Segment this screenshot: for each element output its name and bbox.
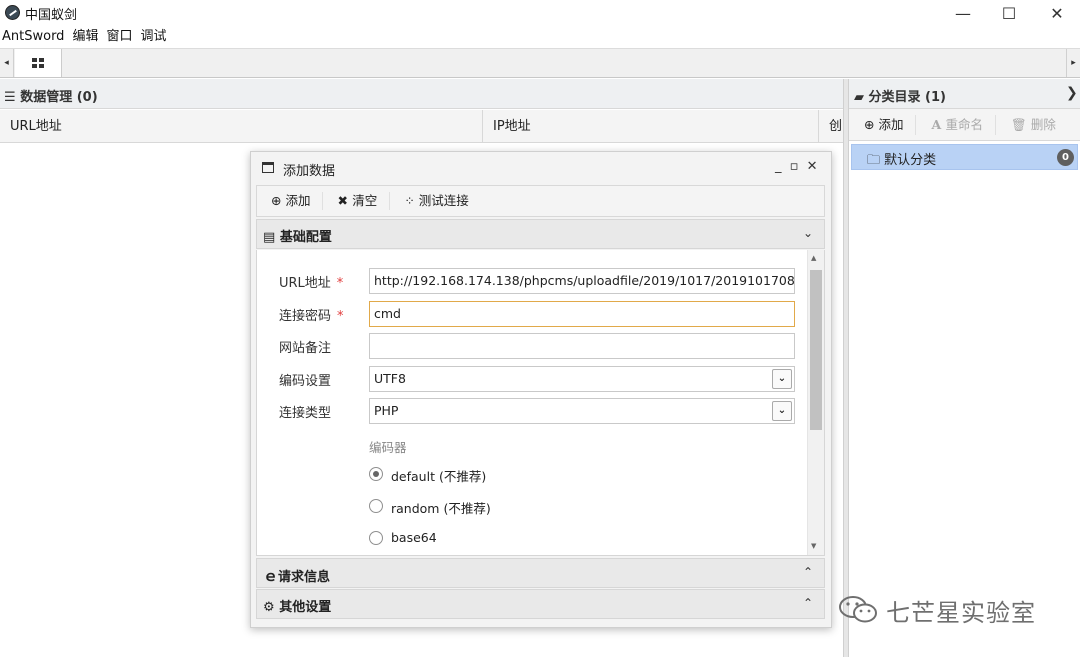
menu-bar: AntSword 编辑 窗口 调试 <box>0 26 1080 48</box>
chevron-up-icon: ⌃ <box>803 565 814 579</box>
basic-config-form: URL地址 * http://192.168.174.138/phpcms/upl… <box>256 250 825 556</box>
font-icon: A <box>931 116 946 132</box>
form-scrollbar[interactable]: ▲ ▼ <box>807 250 824 555</box>
tab-scroll-right-icon[interactable]: ▸ <box>1066 49 1080 77</box>
category-panel: ▰ 分类目录 (1) ❯ ⊕ 添加 A 重命名 🗑 删除 🗀 默认分类 0 <box>849 79 1080 657</box>
list-icon: ☰ <box>4 90 21 105</box>
antsword-logo-icon <box>5 5 20 20</box>
category-item-label: 默认分类 <box>884 153 937 168</box>
column-created[interactable]: 创 <box>819 110 843 143</box>
close-x-icon: ✖ <box>337 193 353 208</box>
category-toolbar: ⊕ 添加 A 重命名 🗑 删除 <box>849 109 1080 141</box>
category-add-button[interactable]: ⊕ 添加 <box>849 114 917 135</box>
note-label: 网站备注 <box>279 341 332 356</box>
window-title: 中国蚁剑 <box>25 8 78 23</box>
spinner-icon: ⁘ <box>404 193 419 208</box>
type-select[interactable]: PHP ⌄ <box>369 398 795 424</box>
category-panel-title: ▰ 分类目录 (1) <box>854 90 946 105</box>
tab-scroll-left-icon[interactable]: ◂ <box>0 49 14 77</box>
data-panel-title: ☰ 数据管理 (0) <box>4 90 98 105</box>
ie-browser-icon: ｅ <box>263 567 279 585</box>
folder-open-icon: 🗀 <box>867 153 885 168</box>
scroll-down-icon[interactable]: ▼ <box>811 542 816 550</box>
chevron-down-icon[interactable]: ⌄ <box>772 369 792 389</box>
encoding-label: 编码设置 <box>279 374 332 389</box>
menu-window[interactable]: 窗口 <box>104 26 138 48</box>
scrollbar-thumb[interactable] <box>810 270 822 430</box>
dialog-clear-button[interactable]: ✖ 清空 <box>323 192 391 210</box>
folder-icon: ▰ <box>854 90 869 105</box>
required-mark: * <box>337 309 344 324</box>
tab-bar: ◂ ▸ <box>0 48 1080 78</box>
chevron-up-icon: ⌃ <box>803 596 814 610</box>
column-ip[interactable]: IP地址 <box>483 110 819 143</box>
dialog-add-button[interactable]: ⊕ 添加 <box>257 192 324 210</box>
encoder-label: 编码器 <box>369 440 407 455</box>
file-icon: ▤ <box>263 230 280 245</box>
dialog-header[interactable]: 添加数据 _ ▫ ✕ <box>251 152 831 184</box>
trash-icon: 🗑 <box>1011 116 1031 132</box>
dialog-window-controls[interactable]: _ ▫ ✕ <box>775 159 819 174</box>
plus-circle-icon: ⊕ <box>864 116 879 132</box>
close-button[interactable]: ✕ <box>1034 0 1080 26</box>
dialog-test-connection-button[interactable]: ⁘ 测试连接 <box>390 192 480 210</box>
type-label: 连接类型 <box>279 406 332 421</box>
title-bar: 中国蚁剑 — ☐ ✕ <box>0 0 1080 26</box>
column-url[interactable]: URL地址 <box>0 110 483 143</box>
encoding-select-value: UTF8 <box>374 371 406 386</box>
encoder-radio-default[interactable] <box>369 467 383 481</box>
watermark: 七芒星实验室 <box>838 590 1036 630</box>
plus-circle-icon: ⊕ <box>271 193 286 208</box>
category-panel-header: ▰ 分类目录 (1) ❯ <box>849 79 1080 109</box>
required-mark: * <box>336 276 344 291</box>
category-item-default[interactable]: 🗀 默认分类 0 <box>851 144 1078 170</box>
collapse-chevron-right-icon[interactable]: ❯ <box>1066 85 1078 101</box>
encoder-radio-random[interactable] <box>369 499 383 513</box>
note-input[interactable] <box>369 333 795 359</box>
wechat-icon <box>838 595 880 625</box>
dialog-toolbar: ⊕ 添加 ✖ 清空 ⁘ 测试连接 <box>256 185 825 217</box>
grid-icon <box>32 58 44 68</box>
section-basic-config[interactable]: ▤ 基础配置 ⌄ <box>256 219 825 249</box>
section-request-info[interactable]: ｅ请求信息 ⌃ <box>256 558 825 588</box>
data-panel-header: ☰ 数据管理 (0) <box>0 79 843 109</box>
chevron-down-icon[interactable]: ⌄ <box>772 401 792 421</box>
chevron-down-icon: ⌄ <box>803 226 814 240</box>
scroll-up-icon[interactable]: ▲ <box>811 254 816 262</box>
url-label: URL地址 * <box>279 276 344 291</box>
watermark-text: 七芒星实验室 <box>886 598 1036 627</box>
url-input[interactable]: http://192.168.174.138/phpcms/uploadfile… <box>369 268 795 294</box>
encoder-label-default[interactable]: default (不推荐) <box>391 466 486 485</box>
category-count-badge: 0 <box>1057 149 1074 166</box>
gears-icon: ⚙ <box>263 600 280 615</box>
password-input[interactable]: cmd <box>369 301 795 327</box>
menu-debug[interactable]: 调试 <box>138 26 172 48</box>
section-other-settings[interactable]: ⚙ 其他设置 ⌃ <box>256 589 825 619</box>
category-rename-button[interactable]: A 重命名 <box>916 114 997 135</box>
menu-antsword[interactable]: AntSword <box>0 26 70 48</box>
encoder-label-random[interactable]: random (不推荐) <box>391 498 491 517</box>
type-select-value: PHP <box>374 403 399 418</box>
dialog-title: 添加数据 <box>283 164 336 179</box>
window-icon <box>262 162 274 173</box>
data-table-header: URL地址 IP地址 创 <box>0 110 843 143</box>
encoder-label-base64[interactable]: base64 <box>391 530 437 545</box>
encoding-select[interactable]: UTF8 ⌄ <box>369 366 795 392</box>
add-data-dialog: 添加数据 _ ▫ ✕ ⊕ 添加 ✖ 清空 ⁘ 测试连接 ▤ 基础配置 ⌄ URL… <box>250 151 832 628</box>
category-delete-button[interactable]: 🗑 删除 <box>996 115 1068 135</box>
tab-home[interactable] <box>15 49 62 77</box>
minimize-button[interactable]: — <box>940 0 986 26</box>
encoder-radio-base64[interactable] <box>369 531 383 545</box>
menu-edit[interactable]: 编辑 <box>70 26 104 48</box>
password-label: 连接密码 * <box>279 309 344 324</box>
maximize-button[interactable]: ☐ <box>986 0 1032 26</box>
